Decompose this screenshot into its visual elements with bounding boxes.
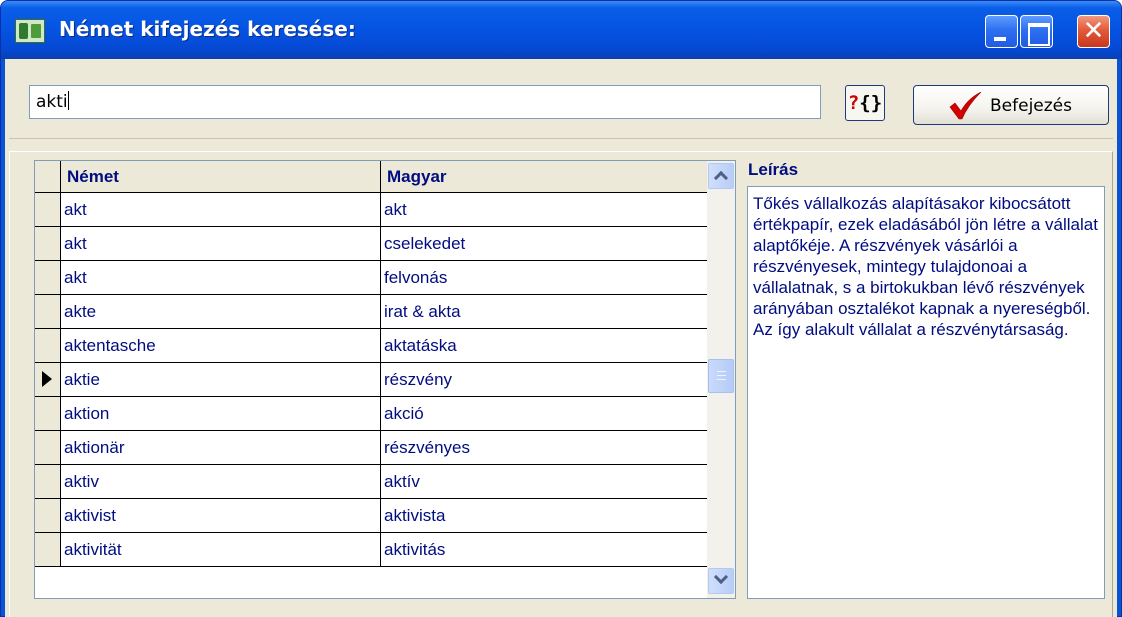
- row-indicator[interactable]: [35, 431, 61, 464]
- search-input[interactable]: akti: [29, 85, 821, 119]
- table-row[interactable]: akt akt: [35, 193, 707, 227]
- results-area: Német Magyar akt akt akt cselekedet akt felvo…: [9, 151, 1113, 617]
- text-caret: [67, 91, 69, 110]
- scroll-thumb[interactable]: [708, 359, 734, 393]
- cell-magyar[interactable]: aktív: [381, 465, 707, 498]
- cell-magyar[interactable]: aktivitás: [381, 533, 707, 566]
- cell-magyar[interactable]: aktatáska: [381, 329, 707, 362]
- cell-magyar[interactable]: felvonás: [381, 261, 707, 294]
- cell-nemet[interactable]: aktentasche: [61, 329, 381, 362]
- grip-line: [717, 371, 726, 372]
- close-button[interactable]: ✕: [1077, 15, 1110, 48]
- scroll-down-button[interactable]: [708, 568, 734, 594]
- help-icon: ?{}: [848, 92, 882, 114]
- cell-magyar[interactable]: részvény: [381, 363, 707, 396]
- grip-line: [717, 375, 726, 376]
- cell-nemet[interactable]: akte: [61, 295, 381, 328]
- grid-header: Német Magyar: [35, 161, 707, 193]
- table-row[interactable]: aktiv aktív: [35, 465, 707, 499]
- table-row[interactable]: akt cselekedet: [35, 227, 707, 261]
- dialog-window: Német kifejezés keresése: ✕ akti ?{} Bef…: [0, 0, 1122, 617]
- cell-magyar[interactable]: részvényes: [381, 431, 707, 464]
- table-row[interactable]: aktivität aktivitás: [35, 533, 707, 567]
- description-box[interactable]: Tőkés vállalkozás alapításakor kibocsáto…: [747, 186, 1105, 599]
- search-input-value: akti: [36, 92, 68, 112]
- row-indicator[interactable]: [35, 499, 61, 532]
- results-grid[interactable]: Német Magyar akt akt akt cselekedet akt felvo…: [34, 160, 736, 599]
- row-indicator[interactable]: [35, 397, 61, 430]
- cell-nemet[interactable]: akt: [61, 261, 381, 294]
- vertical-scrollbar[interactable]: [707, 161, 735, 598]
- finish-button-label: Befejezés: [990, 96, 1072, 116]
- table-row[interactable]: akte irat & akta: [35, 295, 707, 329]
- table-row[interactable]: aktion akció: [35, 397, 707, 431]
- row-indicator[interactable]: [35, 363, 61, 396]
- cell-nemet[interactable]: aktivist: [61, 499, 381, 532]
- chevron-up-icon: [713, 170, 729, 186]
- cell-magyar[interactable]: irat & akta: [381, 295, 707, 328]
- cell-magyar[interactable]: aktivista: [381, 499, 707, 532]
- help-question-mark: ?: [847, 92, 860, 114]
- table-row[interactable]: akt felvonás: [35, 261, 707, 295]
- client-area: akti ?{} Befejezés Német Magyar akt akt ak…: [5, 59, 1117, 617]
- table-row[interactable]: aktivist aktivista: [35, 499, 707, 533]
- row-indicator[interactable]: [35, 227, 61, 260]
- help-braces: {}: [859, 92, 883, 114]
- cell-nemet[interactable]: aktie: [61, 363, 381, 396]
- cell-nemet[interactable]: aktion: [61, 397, 381, 430]
- title-bar[interactable]: Német kifejezés keresése: ✕: [1, 1, 1121, 59]
- table-row[interactable]: aktentasche aktatáska: [35, 329, 707, 363]
- row-indicator[interactable]: [35, 295, 61, 328]
- cell-nemet[interactable]: aktionär: [61, 431, 381, 464]
- row-indicator-header: [35, 161, 61, 192]
- cell-nemet[interactable]: aktiv: [61, 465, 381, 498]
- row-indicator[interactable]: [35, 261, 61, 294]
- column-header-nemet[interactable]: Német: [61, 161, 381, 192]
- description-title: Leírás: [748, 160, 799, 179]
- current-row-arrow-icon: [42, 371, 52, 387]
- close-icon: ✕: [1082, 16, 1105, 46]
- cell-magyar[interactable]: akt: [381, 193, 707, 226]
- minimize-button[interactable]: [985, 15, 1018, 48]
- cell-magyar[interactable]: cselekedet: [381, 227, 707, 260]
- chevron-down-icon: [713, 569, 729, 585]
- row-indicator[interactable]: [35, 533, 61, 566]
- window-title: Német kifejezés keresése:: [59, 17, 356, 41]
- cell-nemet[interactable]: akt: [61, 193, 381, 226]
- app-icon: [15, 19, 45, 43]
- search-panel: akti ?{} Befejezés: [9, 63, 1113, 139]
- cell-magyar[interactable]: akció: [381, 397, 707, 430]
- table-row[interactable]: aktie részvény: [35, 363, 707, 397]
- row-indicator[interactable]: [35, 193, 61, 226]
- cell-nemet[interactable]: akt: [61, 227, 381, 260]
- grip-line: [717, 379, 726, 380]
- help-button[interactable]: ?{}: [845, 85, 885, 121]
- row-indicator[interactable]: [35, 465, 61, 498]
- row-indicator[interactable]: [35, 329, 61, 362]
- column-header-magyar[interactable]: Magyar: [381, 161, 707, 192]
- cell-nemet[interactable]: aktivität: [61, 533, 381, 566]
- maximize-button[interactable]: [1020, 15, 1053, 48]
- checkmark-icon: [949, 92, 982, 120]
- table-row[interactable]: aktionär részvényes: [35, 431, 707, 465]
- scroll-up-button[interactable]: [708, 163, 734, 189]
- finish-button[interactable]: Befejezés: [913, 85, 1109, 125]
